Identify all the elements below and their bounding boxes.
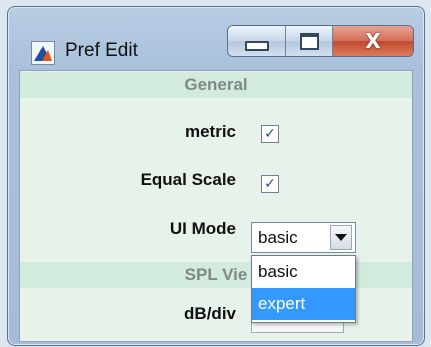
close-icon: X — [365, 29, 381, 53]
ui-mode-option-basic[interactable]: basic — [252, 256, 355, 288]
checkmark-icon: ✓ — [264, 126, 276, 142]
ui-mode-dropdown-list: basic expert — [251, 255, 356, 323]
dropdown-arrow-button[interactable] — [330, 225, 352, 250]
db-div-label: dB/div — [184, 304, 236, 323]
close-button[interactable]: X — [333, 26, 413, 56]
checkmark-icon: ✓ — [264, 176, 276, 192]
equal-scale-checkbox[interactable]: ✓ — [261, 175, 279, 193]
ui-mode-option-expert[interactable]: expert — [252, 288, 355, 320]
metric-checkbox[interactable]: ✓ — [261, 125, 279, 143]
minimize-button[interactable] — [228, 26, 286, 56]
maximize-button[interactable] — [286, 26, 333, 56]
chevron-down-icon — [335, 234, 347, 241]
minimize-icon — [244, 41, 269, 51]
title-bar[interactable]: Pref Edit X — [8, 7, 424, 65]
preferences-panel: General metric ✓ Equal Scale ✓ UI Mode S… — [19, 70, 413, 342]
app-logo-icon — [31, 41, 55, 65]
ui-mode-select[interactable]: basic — [251, 222, 356, 253]
window-controls: X — [227, 25, 414, 57]
equal-scale-label: Equal Scale — [140, 170, 236, 189]
ui-mode-selected-value: basic — [258, 227, 298, 247]
metric-label: metric — [184, 122, 236, 141]
section-header-general: General — [20, 72, 412, 98]
window-title: Pref Edit — [65, 40, 138, 61]
maximize-icon — [299, 32, 319, 50]
ui-mode-label: UI Mode — [169, 219, 236, 238]
